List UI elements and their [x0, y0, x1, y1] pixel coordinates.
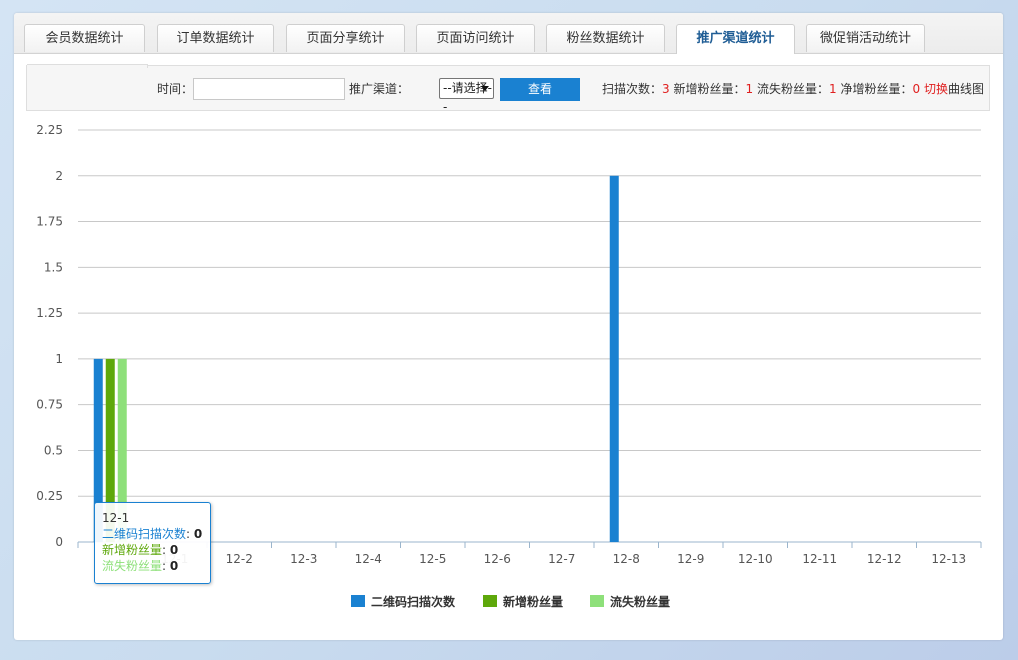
x-tick-label: 12-7 — [548, 552, 575, 566]
chart-tooltip: 12-1 二维码扫描次数: 0 新增粉丝量: 0 流失粉丝量: 0 — [94, 502, 211, 584]
x-tick-label: 12-4 — [355, 552, 382, 566]
legend-item-scan[interactable]: 二维码扫描次数 — [351, 593, 455, 610]
tooltip-label: 新增粉丝量 — [102, 543, 163, 557]
y-tick-label: 2.25 — [36, 123, 63, 137]
tooltip-title: 12-1 — [102, 511, 130, 525]
y-tick-label: 0.5 — [44, 443, 63, 457]
x-tick-label: 12-3 — [290, 552, 317, 566]
y-tick-label: 1 — [55, 352, 63, 366]
bar — [609, 175, 619, 542]
y-tick-label: 1.5 — [44, 260, 63, 274]
legend-swatch — [590, 595, 604, 607]
x-tick-label: 12-11 — [802, 552, 837, 566]
x-tick-label: 12-5 — [419, 552, 446, 566]
x-tick-label: 12-13 — [931, 552, 966, 566]
legend-label: 新增粉丝量 — [503, 595, 564, 609]
y-tick-label: 1.25 — [36, 306, 63, 320]
x-tick-label: 12-12 — [867, 552, 902, 566]
legend-item-new[interactable]: 新增粉丝量 — [483, 593, 563, 610]
y-tick-label: 0.25 — [36, 489, 63, 503]
x-tick-label: 12-10 — [738, 552, 773, 566]
legend-swatch — [483, 595, 497, 607]
x-tick-label: 12-2 — [226, 552, 253, 566]
tooltip-label: 二维码扫描次数 — [102, 527, 187, 541]
y-tick-label: 1.75 — [36, 215, 63, 229]
y-tick-label: 2 — [55, 169, 63, 183]
x-tick-label: 12-6 — [484, 552, 511, 566]
tooltip-value: 0 — [169, 543, 179, 557]
x-tick-label: 12-9 — [677, 552, 704, 566]
legend-label: 流失粉丝量 — [610, 595, 671, 609]
tooltip-row-scan: 二维码扫描次数: 0 — [102, 527, 203, 541]
tooltip-value: 0 — [169, 559, 179, 573]
legend-item-lost[interactable]: 流失粉丝量 — [590, 593, 670, 610]
y-tick-label: 0 — [55, 535, 63, 549]
tooltip-row-new: 新增粉丝量: 0 — [102, 543, 179, 557]
tooltip-value: 0 — [193, 527, 203, 541]
y-tick-label: 0.75 — [36, 398, 63, 412]
content-panel: 会员数据统计 订单数据统计 页面分享统计 页面访问统计 粉丝数据统计 推广渠道统… — [14, 13, 1003, 640]
tooltip-row-lost: 流失粉丝量: 0 — [102, 559, 179, 573]
legend-swatch — [351, 595, 365, 607]
legend-label: 二维码扫描次数 — [371, 595, 456, 609]
x-tick-label: 12-8 — [613, 552, 640, 566]
tooltip-label: 流失粉丝量 — [102, 559, 163, 573]
